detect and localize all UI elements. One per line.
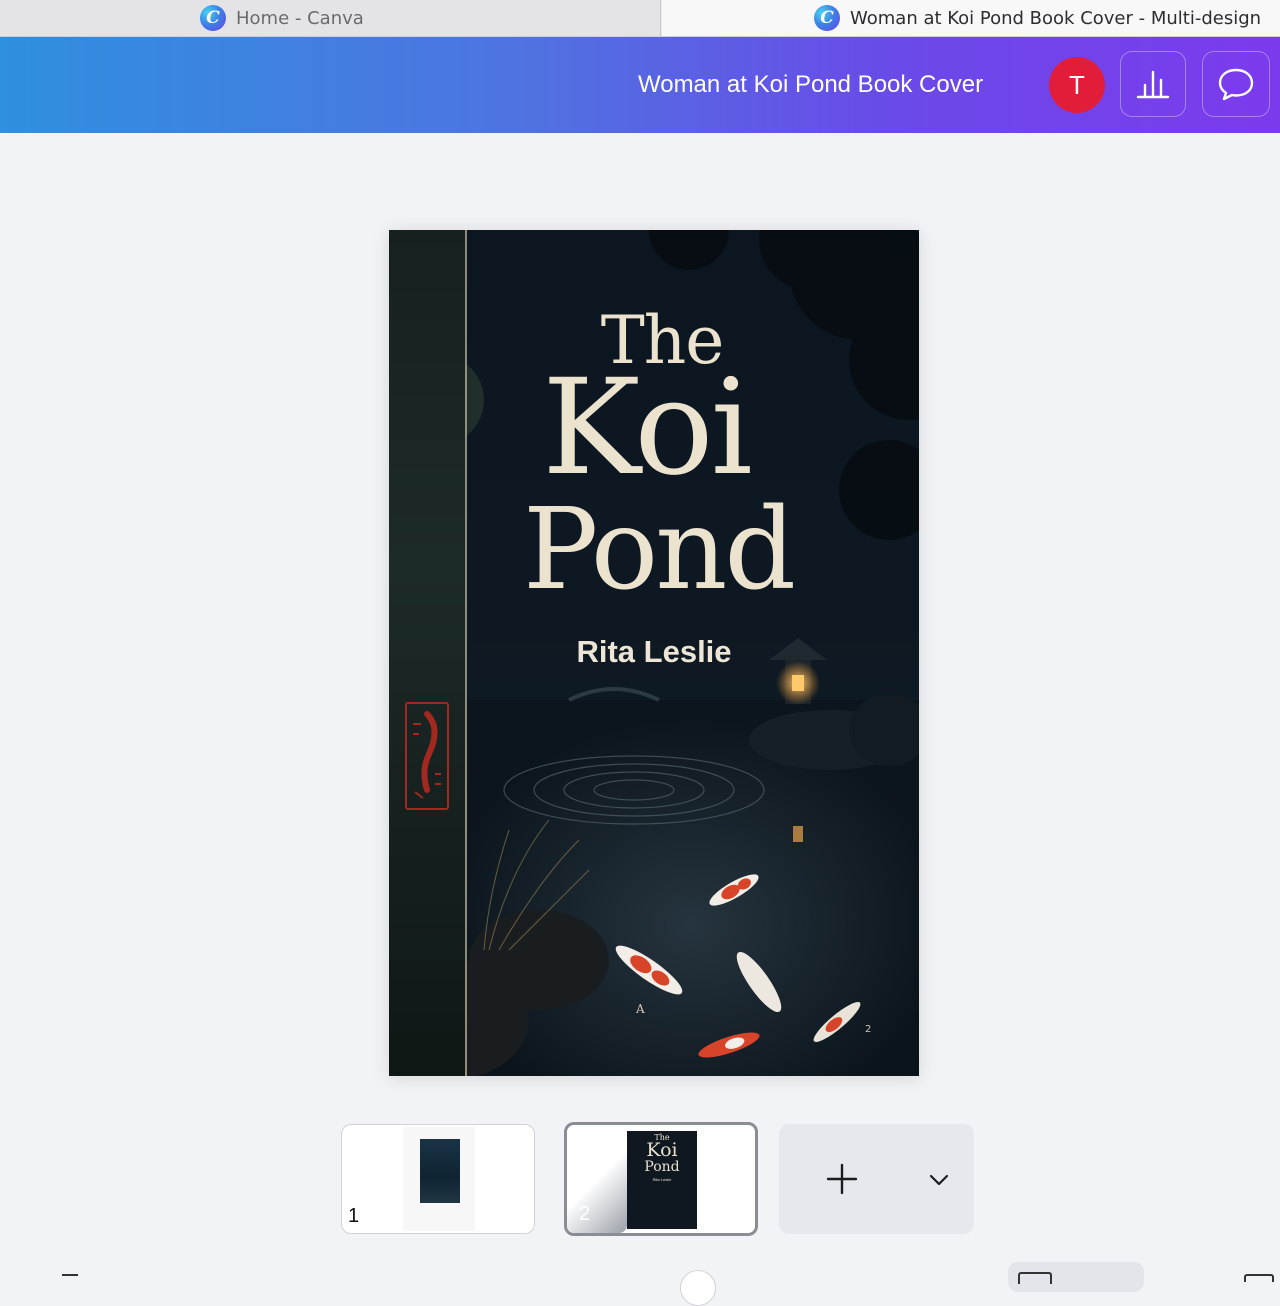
- notes-icon[interactable]: [62, 1274, 78, 1276]
- browser-tab-home[interactable]: C Home - Canva: [0, 0, 661, 36]
- pages-view-button[interactable]: [1008, 1262, 1144, 1292]
- page-options-button[interactable]: [923, 1164, 955, 1196]
- editor-header: Woman at Koi Pond Book Cover T: [0, 37, 1280, 133]
- red-seal-stamp: [405, 702, 449, 810]
- canva-favicon-icon: C: [200, 5, 226, 31]
- mini-title-pond: Pond: [644, 1159, 680, 1175]
- add-page-button[interactable]: [819, 1156, 865, 1202]
- tab-title: Woman at Koi Pond Book Cover - Multi-des…: [850, 7, 1262, 29]
- insights-button[interactable]: [1120, 51, 1186, 117]
- plus-icon: [826, 1163, 858, 1195]
- tab-title: Home - Canva: [236, 7, 364, 29]
- chevron-down-icon: [929, 1174, 949, 1186]
- thumbnail-preview: The Koi Pond Rita Leslie: [627, 1131, 697, 1229]
- mini-title-koi: Koi: [646, 1139, 678, 1161]
- cover-title-koi: Koi: [542, 351, 753, 505]
- cover-title-pond: Pond: [522, 485, 796, 615]
- browser-tab-design[interactable]: C Woman at Koi Pond Book Cover - Multi-d…: [662, 0, 1280, 36]
- cover-author: Rita Leslie: [576, 634, 732, 669]
- zoom-slider-handle[interactable]: [680, 1270, 716, 1306]
- user-avatar[interactable]: T: [1049, 57, 1105, 113]
- grid-view-icon[interactable]: [1244, 1274, 1274, 1282]
- koi-seal-icon: [413, 711, 441, 799]
- page-number: 2: [579, 1203, 591, 1225]
- cover-page-marker: 2: [865, 1024, 872, 1035]
- design-title[interactable]: Woman at Koi Pond Book Cover: [638, 71, 983, 99]
- mini-author: Rita Leslie: [652, 1177, 672, 1182]
- browser-tab-strip: C Home - Canva C Woman at Koi Pond Book …: [0, 0, 1280, 37]
- page-thumbnail-2[interactable]: The Koi Pond Rita Leslie 2: [564, 1122, 758, 1236]
- thumbnail-preview: [420, 1139, 460, 1203]
- book-cover-page[interactable]: The Koi Pond Rita Leslie A 2: [389, 230, 919, 1076]
- pages-icon: [1018, 1272, 1052, 1284]
- page-number: 1: [348, 1205, 360, 1227]
- insights-chart-icon: [1136, 70, 1170, 99]
- page-thumbnail-1[interactable]: 1: [341, 1124, 535, 1234]
- cover-publisher-mark: A: [636, 1002, 645, 1016]
- add-page-control: [779, 1124, 974, 1234]
- comments-button[interactable]: [1202, 51, 1270, 117]
- comment-icon: [1218, 68, 1254, 101]
- canva-favicon-icon: C: [814, 5, 840, 31]
